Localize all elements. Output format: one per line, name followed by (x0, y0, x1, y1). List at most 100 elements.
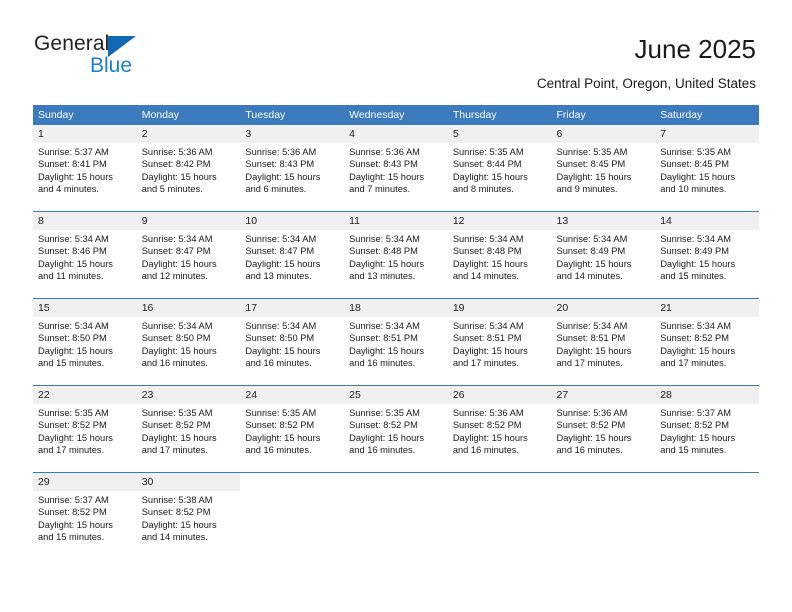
day-number: 11 (344, 212, 448, 230)
calendar-day-cell[interactable]: 8 Sunrise: 5:34 AM Sunset: 8:46 PM Daylight… (33, 211, 137, 299)
calendar-day-cell[interactable]: 11 Sunrise: 5:34 AM Sunset: 8:48 PM Dayligh… (344, 211, 448, 299)
calendar-day-cell[interactable]: 30 Sunrise: 5:38 AM Sunset: 8:52 PM Dayligh… (136, 472, 241, 559)
sunset-time: Sunset: 8:43 PM (245, 159, 315, 170)
calendar-day-cell[interactable]: 2 Sunrise: 5:36 AM Sunset: 8:42 PM Daylight… (136, 125, 241, 212)
column-header-thursday: Thursday (447, 105, 552, 125)
sunset-time: Sunset: 8:52 PM (556, 420, 626, 431)
sunset-time: Sunset: 8:45 PM (556, 159, 626, 170)
daylight-duration-line1: Daylight: 15 hours (141, 171, 217, 182)
day-number: 20 (551, 299, 656, 317)
daylight-duration-line2: and 13 minutes. (245, 271, 312, 282)
day-sun-info: Sunrise: 5:34 AM Sunset: 8:49 PM Daylight:… (655, 230, 759, 283)
calendar-day-cell[interactable]: 25 Sunrise: 5:35 AM Sunset: 8:52 PM Dayligh… (344, 385, 448, 473)
day-number: 18 (344, 299, 448, 317)
day-cell-inner: 12 Sunrise: 5:34 AM Sunset: 8:48 PM Dayligh… (447, 212, 552, 298)
day-sun-info: Sunrise: 5:34 AM Sunset: 8:51 PM Daylight:… (448, 317, 552, 370)
sunset-time: Sunset: 8:44 PM (452, 159, 522, 170)
sunrise-time: Sunrise: 5:35 AM (349, 408, 420, 418)
day-cell-inner: 7 Sunrise: 5:35 AM Sunset: 8:45 PM Daylight… (655, 125, 759, 211)
calendar-day-cell[interactable]: 15 Sunrise: 5:34 AM Sunset: 8:50 PM Dayligh… (33, 298, 137, 386)
sunset-time: Sunset: 8:50 PM (245, 333, 315, 344)
calendar-day-cell[interactable]: 21 Sunrise: 5:34 AM Sunset: 8:52 PM Dayligh… (655, 298, 759, 386)
sunrise-time: Sunrise: 5:35 AM (660, 147, 732, 157)
calendar-day-cell[interactable]: 12 Sunrise: 5:34 AM Sunset: 8:48 PM Dayligh… (447, 211, 552, 299)
day-cell-inner: 18 Sunrise: 5:34 AM Sunset: 8:51 PM Dayligh… (344, 299, 448, 385)
sunset-time: Sunset: 8:52 PM (349, 420, 418, 431)
day-number: 15 (33, 299, 137, 317)
calendar-day-cell[interactable]: 17 Sunrise: 5:34 AM Sunset: 8:50 PM Dayligh… (240, 298, 345, 386)
daylight-duration-line1: Daylight: 15 hours (38, 345, 113, 356)
calendar-day-cell[interactable]: 19 Sunrise: 5:34 AM Sunset: 8:51 PM Dayligh… (447, 298, 552, 386)
sunset-time: Sunset: 8:49 PM (660, 246, 729, 257)
day-number: 21 (655, 299, 759, 317)
sunrise-time: Sunrise: 5:34 AM (556, 321, 628, 331)
day-sun-info: Sunrise: 5:36 AM Sunset: 8:43 PM Daylight:… (344, 143, 448, 196)
calendar-day-cell[interactable]: 5 Sunrise: 5:35 AM Sunset: 8:44 PM Daylight… (447, 125, 552, 212)
day-number: 3 (240, 125, 345, 143)
calendar-week-row: 8 Sunrise: 5:34 AM Sunset: 8:46 PM Daylight… (33, 211, 759, 299)
calendar-day-cell[interactable]: 27 Sunrise: 5:36 AM Sunset: 8:52 PM Dayligh… (551, 385, 656, 473)
day-number: 16 (136, 299, 241, 317)
day-sun-info: Sunrise: 5:35 AM Sunset: 8:52 PM Daylight:… (240, 404, 344, 457)
calendar-day-cell[interactable]: 22 Sunrise: 5:35 AM Sunset: 8:52 PM Dayligh… (33, 385, 137, 473)
daylight-duration-line1: Daylight: 15 hours (141, 258, 217, 269)
sunset-time: Sunset: 8:43 PM (349, 159, 418, 170)
sunrise-time: Sunrise: 5:35 AM (245, 408, 317, 418)
calendar-day-cell[interactable]: 6 Sunrise: 5:35 AM Sunset: 8:45 PM Daylight… (551, 125, 656, 212)
general-blue-logo[interactable]: General Blue (34, 32, 214, 82)
day-cell-inner: 16 Sunrise: 5:34 AM Sunset: 8:50 PM Dayligh… (136, 299, 241, 385)
calendar-day-cell[interactable]: 16 Sunrise: 5:34 AM Sunset: 8:50 PM Dayligh… (136, 298, 241, 386)
daylight-duration-line1: Daylight: 15 hours (556, 345, 632, 356)
day-cell-inner: 27 Sunrise: 5:36 AM Sunset: 8:52 PM Dayligh… (551, 386, 656, 472)
day-sun-info: Sunrise: 5:38 AM Sunset: 8:52 PM Daylight:… (137, 491, 241, 544)
calendar-day-cell[interactable]: 28 Sunrise: 5:37 AM Sunset: 8:52 PM Dayligh… (655, 385, 759, 473)
calendar-day-cell[interactable]: 24 Sunrise: 5:35 AM Sunset: 8:52 PM Dayligh… (240, 385, 345, 473)
day-number: 17 (240, 299, 345, 317)
daylight-duration-line1: Daylight: 15 hours (556, 258, 632, 269)
daylight-duration-line2: and 14 minutes. (556, 271, 623, 282)
calendar-day-cell[interactable]: 29 Sunrise: 5:37 AM Sunset: 8:52 PM Dayligh… (33, 472, 137, 559)
sunset-time: Sunset: 8:52 PM (245, 420, 315, 431)
day-cell-inner (552, 473, 656, 559)
day-number (655, 473, 759, 491)
daylight-duration-line1: Daylight: 15 hours (38, 171, 113, 182)
calendar-day-cell[interactable]: 7 Sunrise: 5:35 AM Sunset: 8:45 PM Daylight… (655, 125, 759, 212)
daylight-duration-line2: and 17 minutes. (141, 445, 208, 456)
sunrise-time: Sunrise: 5:34 AM (349, 234, 420, 244)
calendar-week-row: 22 Sunrise: 5:35 AM Sunset: 8:52 PM Dayligh… (33, 385, 759, 473)
day-cell-inner: 15 Sunrise: 5:34 AM Sunset: 8:50 PM Dayligh… (33, 299, 137, 385)
sunrise-time: Sunrise: 5:37 AM (38, 147, 109, 157)
calendar-day-cell-empty (655, 472, 759, 559)
sunset-time: Sunset: 8:52 PM (660, 420, 729, 431)
daylight-duration-line1: Daylight: 15 hours (349, 171, 425, 182)
day-number: 30 (136, 473, 241, 491)
sunrise-sunset-calendar-table: Sunday Monday Tuesday Wednesday Thursday… (33, 105, 759, 559)
calendar-day-cell[interactable]: 26 Sunrise: 5:36 AM Sunset: 8:52 PM Dayligh… (447, 385, 552, 473)
day-number: 13 (551, 212, 656, 230)
day-sun-info: Sunrise: 5:34 AM Sunset: 8:50 PM Daylight:… (137, 317, 241, 370)
day-cell-inner: 17 Sunrise: 5:34 AM Sunset: 8:50 PM Dayligh… (240, 299, 345, 385)
day-sun-info: Sunrise: 5:34 AM Sunset: 8:49 PM Daylight:… (552, 230, 656, 283)
daylight-duration-line1: Daylight: 15 hours (141, 519, 217, 530)
calendar-day-cell[interactable]: 10 Sunrise: 5:34 AM Sunset: 8:47 PM Dayligh… (240, 211, 345, 299)
calendar-day-cell[interactable]: 18 Sunrise: 5:34 AM Sunset: 8:51 PM Dayligh… (344, 298, 448, 386)
sunrise-time: Sunrise: 5:34 AM (38, 234, 109, 244)
page-title: June 2025 (634, 34, 756, 64)
daylight-duration-line2: and 17 minutes. (452, 358, 519, 369)
calendar-day-cell[interactable]: 20 Sunrise: 5:34 AM Sunset: 8:51 PM Dayligh… (551, 298, 656, 386)
daylight-duration-line1: Daylight: 15 hours (245, 432, 321, 443)
day-cell-inner: 25 Sunrise: 5:35 AM Sunset: 8:52 PM Dayligh… (344, 386, 448, 472)
calendar-day-cell[interactable]: 3 Sunrise: 5:36 AM Sunset: 8:43 PM Daylight… (240, 125, 345, 212)
calendar-day-cell[interactable]: 14 Sunrise: 5:34 AM Sunset: 8:49 PM Dayligh… (655, 211, 759, 299)
sunrise-time: Sunrise: 5:34 AM (245, 234, 317, 244)
day-cell-inner: 28 Sunrise: 5:37 AM Sunset: 8:52 PM Dayligh… (655, 386, 759, 472)
calendar-day-cell[interactable]: 9 Sunrise: 5:34 AM Sunset: 8:47 PM Daylight… (136, 211, 241, 299)
day-cell-inner: 6 Sunrise: 5:35 AM Sunset: 8:45 PM Daylight… (551, 125, 656, 211)
calendar-day-cell[interactable]: 23 Sunrise: 5:35 AM Sunset: 8:52 PM Dayligh… (136, 385, 241, 473)
daylight-duration-line1: Daylight: 15 hours (349, 258, 425, 269)
calendar-day-cell[interactable]: 13 Sunrise: 5:34 AM Sunset: 8:49 PM Dayligh… (551, 211, 656, 299)
daylight-duration-line1: Daylight: 15 hours (452, 171, 528, 182)
day-number: 5 (447, 125, 552, 143)
calendar-day-cell[interactable]: 1 Sunrise: 5:37 AM Sunset: 8:41 PM Daylight… (33, 125, 137, 212)
calendar-day-cell[interactable]: 4 Sunrise: 5:36 AM Sunset: 8:43 PM Daylight… (344, 125, 448, 212)
